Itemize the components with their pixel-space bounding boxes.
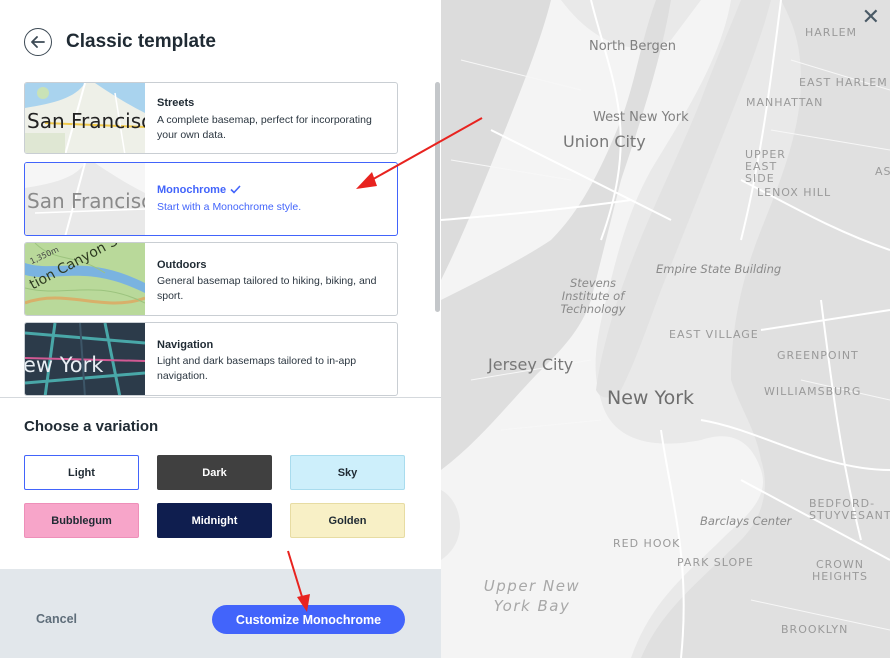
scrollbar-thumb[interactable]	[435, 82, 440, 312]
streets-thumb-text: San Francisco	[27, 109, 145, 133]
map-label-bed-stuy: BEDFORD-STUYVESANT	[809, 497, 890, 522]
map-preview[interactable]: HARLEM North Bergen EAST HARLEM MANHATTA…	[441, 0, 890, 658]
template-description: General basemap tailored to hiking, biki…	[157, 275, 377, 302]
back-button[interactable]	[24, 28, 52, 56]
cancel-button[interactable]: Cancel	[36, 612, 77, 626]
template-card-streets[interactable]: San Francisco Streets A complete basemap…	[24, 82, 398, 154]
variation-sky-button[interactable]: Sky	[290, 455, 405, 490]
map-label-upper-bay: Upper New York Bay	[483, 577, 581, 615]
template-description: Start with a Monochrome style.	[157, 201, 302, 213]
customize-button[interactable]: Customize Monochrome	[212, 605, 405, 634]
map-label-upper-east-side: UPPER EAST SIDE	[745, 148, 786, 185]
map-label-astoria: ASTORIA	[875, 165, 890, 178]
map-label-harlem: HARLEM	[805, 26, 858, 39]
map-label-barclays: Barclays Center	[700, 514, 792, 528]
variation-golden-button[interactable]: Golden	[290, 503, 405, 538]
variation-heading: Choose a variation	[24, 418, 159, 435]
map-label-red-hook: RED HOOK	[613, 537, 681, 550]
monochrome-thumb-text: San Francisco	[27, 189, 145, 213]
template-description: A complete basemap, perfect for incorpor…	[157, 114, 372, 141]
close-icon[interactable]: ✕	[862, 4, 880, 30]
template-card-outdoors[interactable]: 1,350m tion Canyon Scenic Dr Outdoors Ge…	[24, 242, 398, 316]
style-template-panel: Classic template San Francisco Streets A…	[0, 0, 441, 658]
template-description: Light and dark basemaps tailored to in-a…	[157, 355, 357, 382]
template-name: Streets	[157, 97, 195, 109]
map-label-williamsburg: WILLIAMSBURG	[764, 385, 862, 398]
map-label-north-bergen: North Bergen	[589, 39, 677, 54]
template-name-text: Monochrome	[157, 184, 227, 196]
streets-thumbnail: San Francisco	[25, 83, 145, 153]
arrow-left-icon	[31, 36, 45, 48]
outdoors-thumbnail: 1,350m tion Canyon Scenic Dr	[25, 243, 145, 315]
map-label-west-new-york: West New York	[593, 110, 689, 125]
template-name: Outdoors	[157, 259, 207, 271]
template-name: Navigation	[157, 339, 214, 351]
template-card-navigation[interactable]: ew York Navigation Light and dark basema…	[24, 322, 398, 396]
map-label-brooklyn: BROOKLYN	[781, 623, 849, 636]
checkmark-icon	[230, 185, 241, 194]
variation-bubblegum-button[interactable]: Bubblegum	[24, 503, 139, 538]
monochrome-thumbnail: San Francisco	[25, 163, 145, 235]
map-label-east-village: EAST VILLAGE	[669, 328, 759, 341]
map-label-stevens: Stevens Institute of Technology	[560, 276, 626, 316]
divider	[0, 397, 441, 398]
map-label-park-slope: PARK SLOPE	[677, 556, 754, 569]
template-name: Monochrome	[157, 184, 241, 196]
navigation-thumb-text: ew York	[25, 353, 104, 377]
navigation-thumbnail: ew York	[25, 323, 145, 395]
map-label-greenpoint: GREENPOINT	[777, 349, 859, 362]
map-label-crown-heights: CROWN HEIGHTS	[812, 558, 868, 583]
page-title: Classic template	[66, 31, 216, 52]
variation-dark-button[interactable]: Dark	[157, 455, 272, 490]
map-label-empire-state: Empire State Building	[656, 262, 782, 276]
map-label-manhattan: MANHATTAN	[746, 96, 824, 109]
template-card-monochrome[interactable]: San Francisco Monochrome Start with a Mo…	[24, 162, 398, 236]
variation-midnight-button[interactable]: Midnight	[157, 503, 272, 538]
map-label-new-york: New York	[607, 387, 695, 409]
map-label-jersey-city: Jersey City	[488, 355, 574, 374]
variation-light-button[interactable]: Light	[24, 455, 139, 490]
map-label-lenox-hill: LENOX HILL	[757, 186, 832, 199]
map-label-east-harlem: EAST HARLEM	[799, 76, 888, 89]
map-label-union-city: Union City	[563, 132, 646, 151]
